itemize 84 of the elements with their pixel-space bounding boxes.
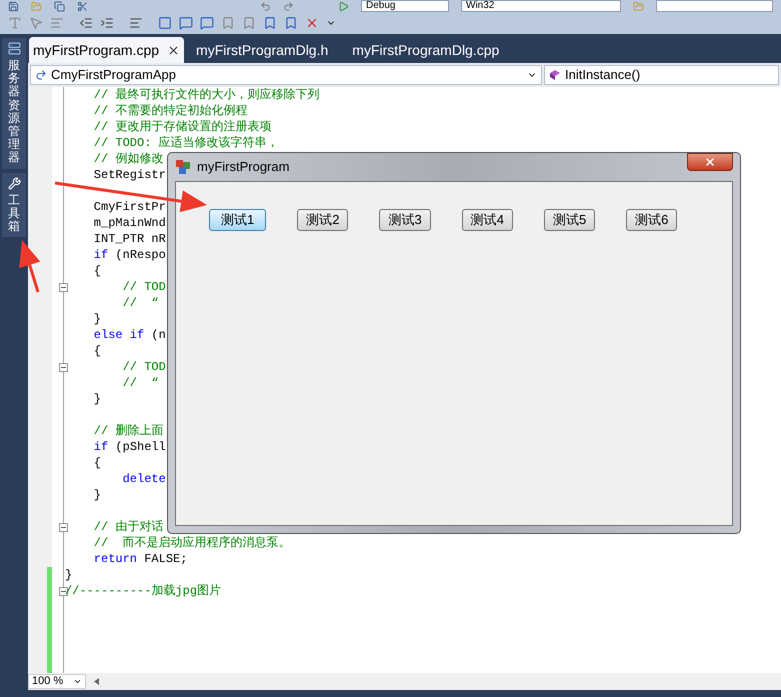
code-line: return FALSE;	[92, 551, 188, 567]
file-tab[interactable]: myFirstProgram.cpp	[29, 37, 184, 63]
code-line: delete	[122, 471, 166, 487]
caret-icon	[73, 677, 82, 686]
file-tab[interactable]: myFirstProgramDlg.cpp	[340, 37, 512, 63]
configuration-dropdown[interactable]: Debug	[361, 0, 449, 12]
code-line: if (nRespo	[92, 247, 166, 263]
code-line: // 而不是启动应用程序的消息泵。	[92, 535, 291, 551]
dialog-title: myFirstProgram	[197, 158, 290, 176]
code-line: // 不需要的特定初始化例程	[92, 103, 248, 119]
class-name: CmyFirstProgramApp	[51, 66, 177, 84]
tab-label: myFirstProgramDlg.cpp	[352, 40, 500, 60]
code-line: // 例如修改	[92, 151, 164, 167]
tab-label: myFirstProgram.cpp	[33, 40, 160, 60]
pointer-icon[interactable]	[29, 16, 43, 30]
undo-icon[interactable]	[260, 0, 271, 12]
code-line: // 由于对话	[92, 519, 164, 535]
fold-toggle[interactable]	[59, 522, 68, 532]
code-line: CmyFirstPr	[92, 199, 166, 215]
code-line: }	[92, 487, 102, 503]
wrench-icon	[8, 176, 20, 190]
test-button[interactable]: 测试4	[462, 209, 513, 231]
code-line: else if (n	[92, 327, 166, 343]
platform-dropdown[interactable]: Win32	[461, 0, 621, 12]
copy-icon[interactable]	[54, 0, 65, 12]
code-line: }	[65, 567, 72, 583]
test-button[interactable]: 测试5	[544, 209, 596, 231]
save-icon[interactable]	[8, 0, 19, 12]
code-line: // “	[122, 295, 159, 311]
fold-toggle[interactable]	[59, 282, 68, 292]
code-line: // “	[122, 375, 159, 391]
test-button[interactable]: 测试2	[297, 209, 348, 231]
code-line: }	[92, 311, 102, 327]
code-line: {	[92, 263, 102, 279]
close-button[interactable]	[687, 153, 733, 171]
server-icon	[8, 42, 20, 55]
method-icon	[549, 69, 561, 81]
redo-icon[interactable]	[283, 0, 294, 12]
code-line: // TOD	[122, 359, 166, 375]
bookmark-icon[interactable]	[242, 16, 256, 30]
app-icon	[175, 159, 191, 175]
pointer-arrow	[19, 240, 40, 292]
search-field[interactable]	[656, 0, 773, 12]
code-line: // TODO: 应适当修改该字符串，	[92, 135, 279, 151]
align-icon[interactable]	[50, 16, 64, 30]
test-button[interactable]: 测试1	[209, 209, 266, 231]
code-line: INT_PTR nR	[92, 231, 166, 247]
text-icon[interactable]	[8, 16, 22, 30]
code-line: // TOD	[122, 279, 166, 295]
scroll-left-icon[interactable]	[94, 678, 99, 685]
fold-toggle[interactable]	[59, 362, 68, 372]
code-line: {	[92, 343, 102, 359]
code-line: SetRegistr	[92, 167, 166, 183]
code-line: // 最终可执行文件的大小，则应移除下列	[92, 87, 320, 103]
code-line: // 更改用于存储设置的注册表项	[92, 119, 272, 135]
bookmark-icon[interactable]	[263, 16, 277, 30]
tab-label: myFirstProgramDlg.h	[196, 40, 328, 60]
scissors-icon[interactable]	[77, 0, 88, 12]
code-line: }	[92, 391, 102, 407]
test-button[interactable]: 测试6	[626, 209, 678, 231]
test-button[interactable]: 测试3	[379, 209, 431, 231]
bookmark-icon[interactable]	[284, 16, 298, 30]
file-tab[interactable]: myFirstProgramDlg.h	[184, 37, 340, 63]
speech-bubble-icon[interactable]	[200, 16, 214, 30]
zoom-dropdown[interactable]: 100 %	[28, 674, 86, 689]
close-icon[interactable]	[167, 44, 180, 56]
play-icon[interactable]	[338, 0, 349, 12]
outdent-icon[interactable]	[79, 16, 93, 30]
class-dropdown[interactable]: CmyFirstProgramApp	[30, 65, 542, 85]
speech-bubble-icon[interactable]	[179, 16, 193, 30]
delete-icon[interactable]	[305, 16, 319, 30]
comment-lines-icon[interactable]	[129, 16, 143, 30]
member-name: InitInstance()	[565, 66, 640, 84]
code-line: {	[92, 455, 102, 471]
member-dropdown[interactable]: InitInstance()	[544, 65, 779, 85]
code-line: m_pMainWnd	[92, 215, 166, 231]
code-line: if (pShell	[92, 439, 166, 455]
indent-icon[interactable]	[100, 16, 114, 30]
code-line: // 删除上面	[92, 423, 164, 439]
close-icon	[704, 156, 716, 168]
code-line: //----------加载jpg图片	[65, 583, 222, 599]
rectangle-icon[interactable]	[158, 16, 172, 30]
arrow-icon	[35, 69, 47, 81]
bookmark-icon[interactable]	[221, 16, 235, 30]
